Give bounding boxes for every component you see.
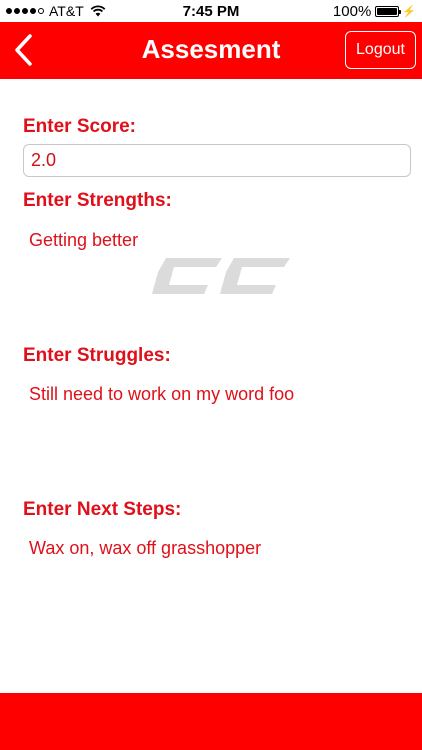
next-steps-label: Enter Next Steps: <box>23 499 182 520</box>
strengths-label: Enter Strengths: <box>23 190 172 211</box>
next-steps-text-area[interactable]: Wax on, wax off grasshopper <box>29 538 261 559</box>
score-input[interactable] <box>23 144 411 177</box>
nav-bar: Assesment Logout <box>0 22 422 79</box>
score-label: Enter Score: <box>23 116 136 137</box>
watermark-logo-icon <box>152 258 290 294</box>
battery-percent: 100% <box>332 3 372 20</box>
struggles-text-area[interactable]: Still need to work on my word foo <box>29 384 294 405</box>
charging-bolt-icon: ⚡ <box>402 6 416 18</box>
status-bar: AT&T 7:45 PM 100% ⚡ <box>0 0 422 22</box>
struggles-label: Enter Struggles: <box>23 345 171 366</box>
assessment-form: Enter Score: Enter Strengths: Getting be… <box>0 79 422 693</box>
battery-icon <box>375 6 402 17</box>
bottom-bar <box>0 693 422 750</box>
status-right: 100% ⚡ <box>333 3 416 20</box>
strengths-text-area[interactable]: Getting better <box>29 230 138 251</box>
logout-button[interactable]: Logout <box>345 31 416 69</box>
